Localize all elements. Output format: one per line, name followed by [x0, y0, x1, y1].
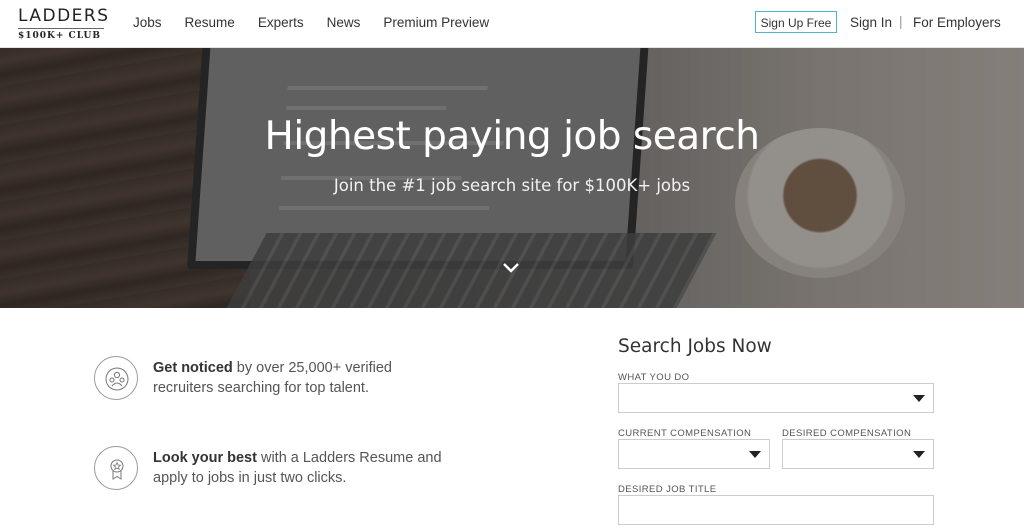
feature-look-your-best: Look your best with a Ladders Resume and…	[94, 446, 454, 496]
sign-in-link[interactable]: Sign In	[850, 15, 892, 30]
dropdown-arrow-icon	[913, 395, 925, 402]
nav-separator: |	[899, 14, 903, 29]
hero-title: Highest paying job search	[264, 114, 760, 159]
logo-tagline: $100K+ CLUB	[18, 31, 101, 41]
search-jobs-title: Search Jobs Now	[618, 336, 772, 357]
main-nav: Jobs Resume Experts News Premium Preview	[133, 14, 512, 32]
hero-banner: Highest paying job search Join the #1 jo…	[0, 48, 1024, 308]
nav-experts[interactable]: Experts	[258, 14, 304, 32]
desired-job-title-label: DESIRED JOB TITLE	[618, 484, 717, 495]
current-compensation-label: CURRENT COMPENSATION	[618, 428, 752, 439]
current-compensation-select[interactable]	[618, 439, 770, 469]
what-you-do-select[interactable]	[618, 383, 934, 413]
dropdown-arrow-icon	[913, 451, 925, 458]
nav-resume[interactable]: Resume	[185, 14, 235, 32]
recruiters-icon	[94, 356, 138, 400]
desired-compensation-select[interactable]	[782, 439, 934, 469]
award-icon	[94, 446, 138, 490]
feature-look-your-best-text: Look your best with a Ladders Resume and…	[153, 448, 443, 488]
feature-get-noticed: Get noticed by over 25,000+ verified rec…	[94, 356, 454, 406]
hero-subtitle: Join the #1 job search site for $100K+ j…	[333, 176, 691, 195]
nav-jobs[interactable]: Jobs	[133, 14, 162, 32]
logo-wordmark: LADDERS	[18, 6, 110, 26]
feature-get-noticed-text: Get noticed by over 25,000+ verified rec…	[153, 358, 443, 398]
what-you-do-label: WHAT YOU DO	[618, 372, 690, 383]
feature-look-your-best-bold: Look your best	[153, 450, 257, 466]
site-header: LADDERS $100K+ CLUB Jobs Resume Experts …	[0, 0, 1024, 48]
feature-get-noticed-bold: Get noticed	[153, 360, 233, 376]
dropdown-arrow-icon	[749, 451, 761, 458]
nav-premium-preview[interactable]: Premium Preview	[383, 14, 489, 32]
nav-news[interactable]: News	[327, 14, 361, 32]
sign-up-free-button[interactable]: Sign Up Free	[755, 11, 837, 33]
ladders-logo[interactable]: LADDERS $100K+ CLUB	[18, 6, 110, 42]
logo-divider	[18, 28, 104, 29]
for-employers-link[interactable]: For Employers	[913, 15, 1001, 30]
chevron-down-icon[interactable]	[502, 262, 520, 274]
desired-job-title-input[interactable]	[618, 495, 934, 525]
desired-compensation-label: DESIRED COMPENSATION	[782, 428, 912, 439]
